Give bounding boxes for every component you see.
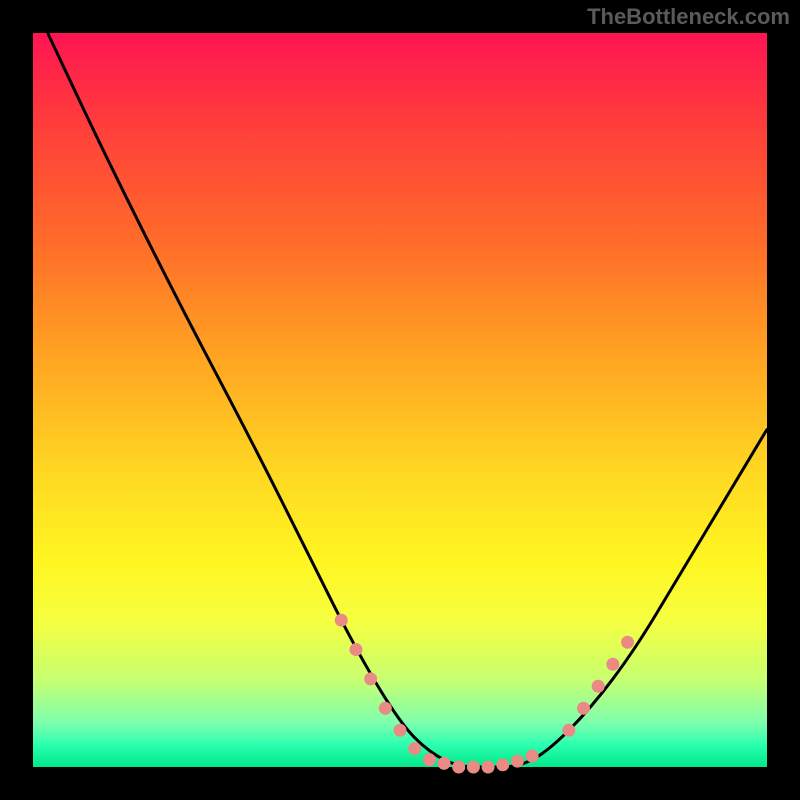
marker-dot — [349, 643, 362, 656]
marker-dot — [526, 749, 539, 762]
marker-dot — [496, 758, 509, 771]
marker-dot — [438, 757, 451, 770]
bottleneck-curve — [48, 33, 767, 767]
marker-dot — [335, 614, 348, 627]
marker-dot — [423, 753, 436, 766]
marker-dots — [335, 614, 634, 774]
marker-dot — [562, 724, 575, 737]
marker-dot — [379, 702, 392, 715]
chart-svg — [33, 33, 767, 767]
marker-dot — [511, 755, 524, 768]
curve-line — [48, 33, 767, 767]
marker-dot — [467, 761, 480, 774]
marker-dot — [394, 724, 407, 737]
marker-dot — [482, 761, 495, 774]
marker-dot — [364, 672, 377, 685]
marker-dot — [621, 636, 634, 649]
marker-dot — [452, 761, 465, 774]
marker-dot — [577, 702, 590, 715]
marker-dot — [606, 658, 619, 671]
chart-container: TheBottleneck.com — [0, 0, 800, 800]
watermark-text: TheBottleneck.com — [587, 4, 790, 30]
plot-area — [33, 33, 767, 767]
marker-dot — [592, 680, 605, 693]
marker-dot — [408, 742, 421, 755]
